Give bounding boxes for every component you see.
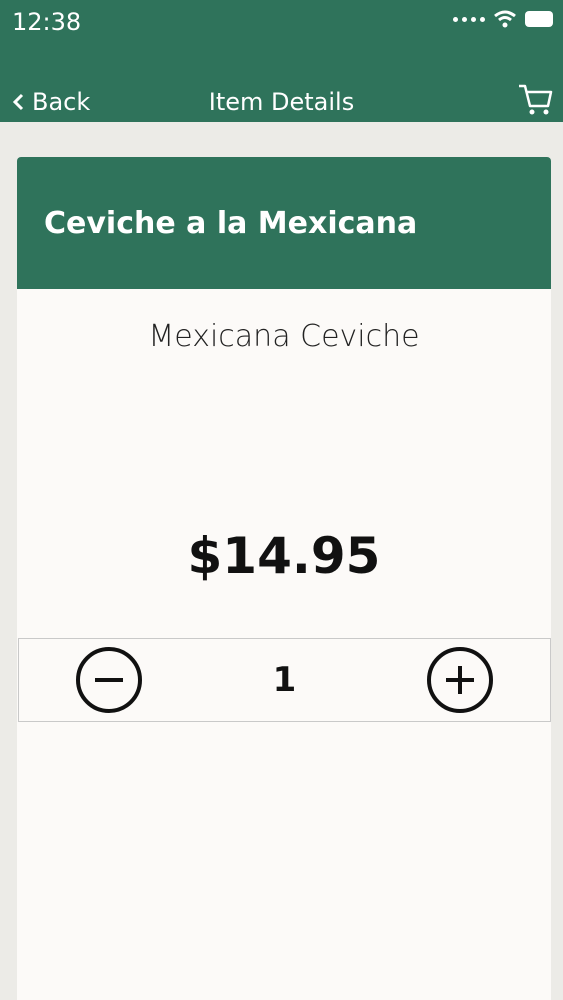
wifi-icon (494, 10, 516, 28)
battery-icon (525, 11, 553, 27)
card-header: Ceviche a la Mexicana (17, 157, 551, 289)
status-icons (453, 10, 553, 28)
status-time: 12:38 (12, 8, 82, 36)
item-name: Ceviche a la Mexicana (44, 205, 418, 241)
app-header: 12:38 Back Item Details (0, 0, 563, 122)
signal-dots-icon (453, 16, 485, 22)
minus-circle-icon[interactable] (75, 646, 143, 714)
item-subtitle: Mexicana Ceviche (148, 319, 420, 354)
plus-circle-icon[interactable] (426, 646, 494, 714)
item-price: $14.95 (187, 527, 381, 585)
page-title: Item Details (208, 88, 355, 116)
quantity-value: 1 (272, 660, 297, 700)
quantity-stepper: 1 (18, 638, 551, 722)
item-card: Ceviche a la Mexicana Mexicana Ceviche $… (17, 157, 551, 1000)
cart-icon[interactable] (517, 82, 553, 118)
